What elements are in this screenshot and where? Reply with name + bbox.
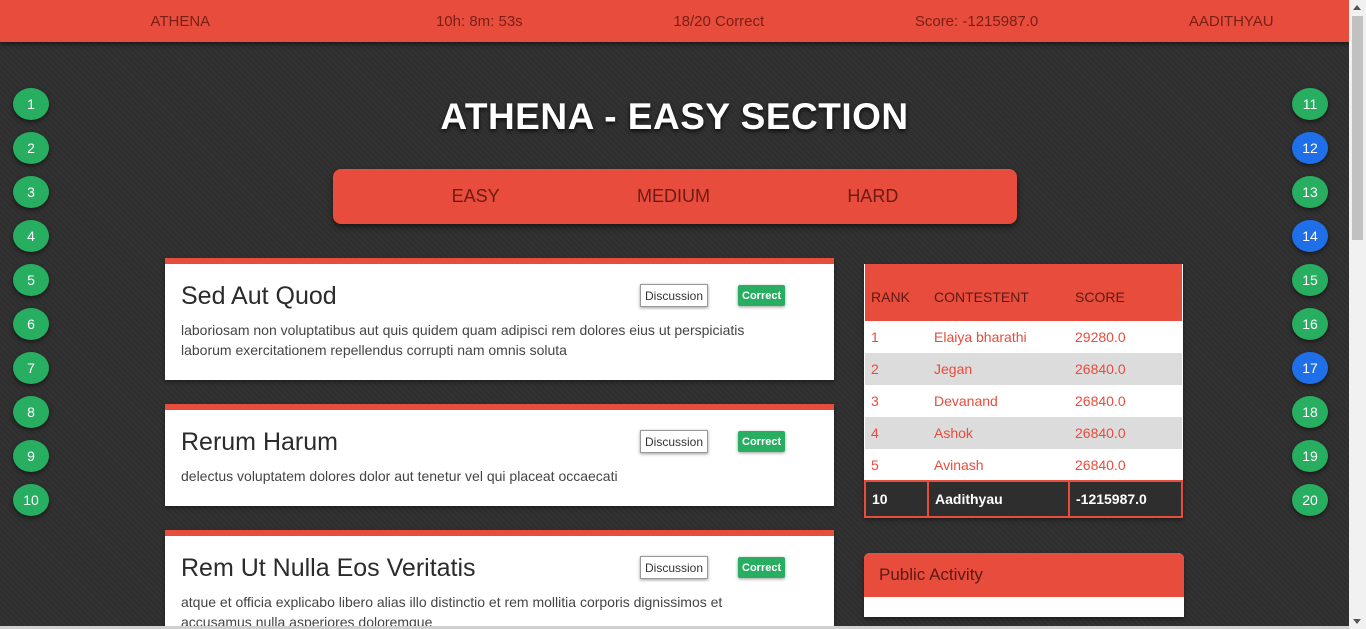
public-activity-title: Public Activity (864, 553, 1184, 597)
score-cell: 26840.0 (1069, 353, 1182, 385)
question-nav-button-19[interactable]: 19 (1292, 440, 1328, 472)
top-status-bar: ATHENA 10h: 8m: 53s 18/20 Correct Score:… (0, 0, 1349, 42)
question-nav-button-18[interactable]: 18 (1292, 396, 1328, 428)
question-nav-button-7[interactable]: 7 (13, 352, 49, 384)
app-name: ATHENA (150, 12, 211, 30)
column-header-contestent: CONTESTENT (928, 264, 1069, 321)
score-cell: -1215987.0 (1068, 480, 1183, 518)
problem-description: atque et officia explicabo libero alias … (181, 594, 723, 629)
scrollbar-thumb[interactable] (1352, 16, 1363, 240)
problem-card[interactable]: Sed Aut Quod laboriosam non voluptatibus… (165, 258, 834, 380)
question-nav-button-15[interactable]: 15 (1292, 264, 1328, 296)
status-badge: Correct (738, 557, 786, 578)
problem-description: delectus voluptatem dolores dolor aut te… (181, 468, 618, 484)
leaderboard-row: 1 Elaiya bharathi 29280.0 (865, 321, 1182, 353)
column-header-score: SCORE (1069, 264, 1182, 321)
status-badge: Correct (738, 285, 786, 306)
progress-count: 18/20 Correct (673, 12, 765, 30)
timer: 10h: 8m: 53s (435, 12, 523, 30)
question-nav-button-6[interactable]: 6 (13, 308, 49, 340)
rank-cell: 4 (865, 417, 928, 449)
contestant-cell: Avinash (934, 456, 984, 473)
question-nav-button-17[interactable]: 17 (1292, 352, 1328, 384)
question-nav-button-16[interactable]: 16 (1292, 308, 1328, 340)
contestant-cell: Aadithyau (927, 480, 1070, 518)
leaderboard: RANK CONTESTENT SCORE 1 Elaiya bharathi … (864, 264, 1183, 518)
scroll-down-arrow-icon[interactable] (1353, 619, 1361, 624)
question-nav-button-20[interactable]: 20 (1292, 484, 1328, 516)
problem-title[interactable]: Rem Ut Nulla Eos Veritatis (181, 554, 818, 583)
discussion-button[interactable]: Discussion (640, 556, 709, 579)
leaderboard-row: 3 Devanand 26840.0 (865, 385, 1182, 417)
contestant-cell: Ashok (928, 417, 1069, 449)
contestant-cell: Elaiya bharathi (934, 329, 1027, 345)
question-nav-left: 1 2 3 4 5 6 7 8 9 10 (13, 88, 49, 528)
difficulty-tabs: EASY MEDIUM HARD (333, 169, 1017, 224)
score-cell: 29280.0 (1075, 329, 1126, 345)
question-nav-button-9[interactable]: 9 (13, 440, 49, 472)
rank-cell: 3 (871, 393, 879, 409)
leaderboard-row: 5 Avinash 26840.0 (865, 449, 1182, 481)
rank-cell: 5 (871, 456, 879, 473)
page-title: ATHENA - EASY SECTION (440, 96, 909, 137)
leaderboard-row: 4 Ashok 26840.0 (865, 417, 1182, 449)
discussion-button[interactable]: Discussion (640, 430, 709, 453)
rank-cell: 1 (871, 329, 879, 345)
tab-hard[interactable]: HARD (847, 186, 898, 207)
rank-cell: 10 (864, 480, 929, 518)
scroll-up-arrow-icon[interactable] (1353, 5, 1361, 10)
column-header-rank: RANK (865, 264, 928, 321)
rank-cell: 2 (865, 353, 928, 385)
score-display: Score: -1215987.0 (914, 12, 1039, 30)
current-user-row: 10 Aadithyau -1215987.0 (864, 480, 1183, 518)
problem-title[interactable]: Sed Aut Quod (181, 282, 818, 311)
question-nav-button-4[interactable]: 4 (13, 220, 49, 252)
question-nav-button-13[interactable]: 13 (1292, 176, 1328, 208)
problem-card[interactable]: Rerum Harum delectus voluptatem dolores … (165, 404, 834, 506)
question-nav-button-8[interactable]: 8 (13, 396, 49, 428)
question-nav-button-3[interactable]: 3 (13, 176, 49, 208)
discussion-button[interactable]: Discussion (640, 284, 709, 307)
problem-card[interactable]: Rem Ut Nulla Eos Veritatis atque et offi… (165, 530, 834, 629)
question-nav-button-14[interactable]: 14 (1292, 220, 1328, 252)
question-nav-button-5[interactable]: 5 (13, 264, 49, 296)
leaderboard-row: 2 Jegan 26840.0 (865, 353, 1182, 385)
contestant-cell: Jegan (928, 353, 1069, 385)
question-nav-button-10[interactable]: 10 (13, 484, 49, 516)
leaderboard-table: RANK CONTESTENT SCORE 1 Elaiya bharathi … (864, 264, 1183, 518)
public-activity-panel: Public Activity (864, 553, 1184, 617)
problem-description: laboriosam non voluptatibus aut quis qui… (181, 322, 745, 358)
tab-easy[interactable]: EASY (452, 186, 500, 207)
tab-medium[interactable]: MEDIUM (637, 186, 710, 207)
username: AADITHYAU (1188, 12, 1274, 30)
score-cell: 26840.0 (1075, 393, 1126, 409)
leaderboard-header: RANK CONTESTENT SCORE (865, 264, 1182, 321)
score-cell: 26840.0 (1069, 417, 1182, 449)
status-badge: Correct (738, 431, 786, 452)
problem-title[interactable]: Rerum Harum (181, 428, 818, 457)
vertical-scrollbar[interactable] (1349, 0, 1366, 629)
question-nav-right: 11 12 13 14 15 16 17 18 19 20 (1292, 88, 1328, 528)
score-cell: 26840.0 (1075, 456, 1126, 473)
contestant-cell: Devanand (934, 393, 998, 409)
